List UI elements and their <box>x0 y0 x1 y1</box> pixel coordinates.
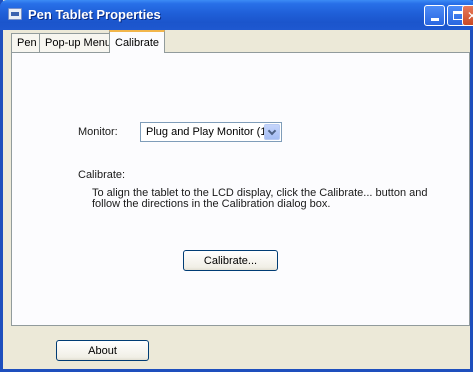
about-button[interactable]: About <box>56 340 149 361</box>
calibrate-section-label: Calibrate: <box>78 169 126 181</box>
calibrate-panel: Monitor: Plug and Play Monitor (1) Calib… <box>11 52 470 326</box>
chevron-down-icon <box>267 126 277 135</box>
title-bar[interactable]: Pen Tablet Properties ✕ <box>0 0 473 30</box>
monitor-label: Monitor: <box>78 126 118 138</box>
close-icon: ✕ <box>467 9 473 23</box>
calibrate-instruction-line-2: follow the directions in the Calibration… <box>92 198 331 210</box>
tablet-app-icon <box>8 8 22 20</box>
minimize-button[interactable] <box>424 5 445 26</box>
monitor-select-value: Plug and Play Monitor (1) <box>146 126 271 138</box>
close-button[interactable]: ✕ <box>462 5 473 26</box>
pen-tablet-properties-window: Pen Tablet Properties ✕ Pen Pop-up Menu … <box>0 0 473 372</box>
tab-pen[interactable]: Pen <box>11 33 43 52</box>
calibrate-button[interactable]: Calibrate... <box>183 250 278 271</box>
tab-pop-up-menu[interactable]: Pop-up Menu <box>39 33 118 52</box>
minimize-icon <box>430 17 439 21</box>
maximize-icon <box>452 11 463 20</box>
window-title: Pen Tablet Properties <box>28 7 161 22</box>
dropdown-button[interactable] <box>264 124 280 140</box>
tab-calibrate[interactable]: Calibrate <box>109 30 166 53</box>
monitor-select[interactable]: Plug and Play Monitor (1) <box>140 122 282 142</box>
